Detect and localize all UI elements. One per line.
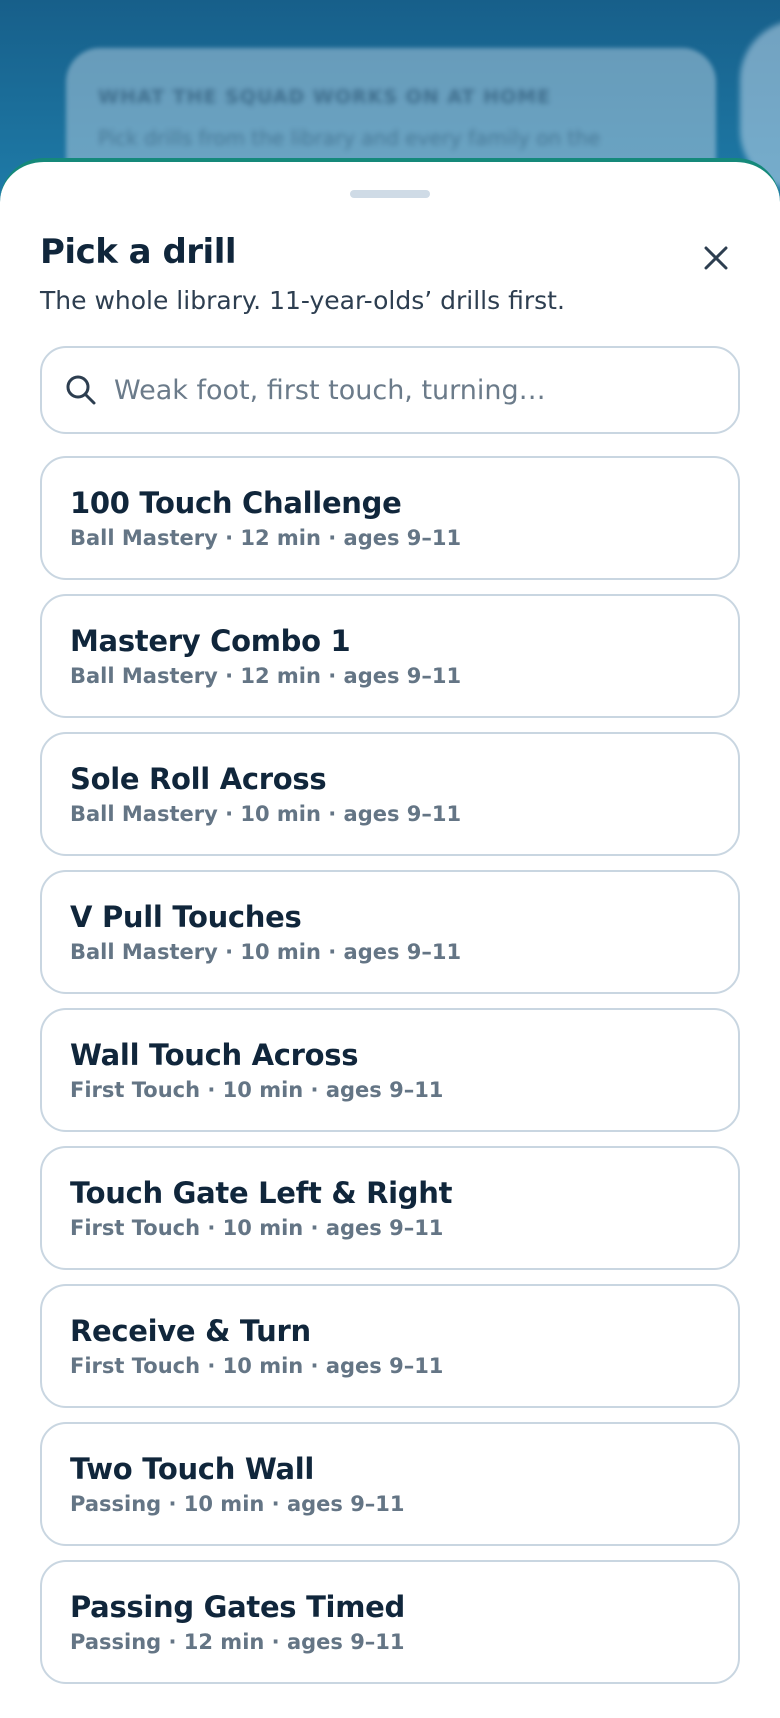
drill-list-item[interactable]: Sole Roll Across Ball Mastery · 10 min ·…: [40, 732, 740, 856]
drill-name: Sole Roll Across: [70, 762, 327, 796]
drill-list-item[interactable]: Touch Gate Left & Right First Touch · 10…: [40, 1146, 740, 1270]
search-input[interactable]: [112, 373, 716, 407]
drill-list-item[interactable]: V Pull Touches Ball Mastery · 10 min · a…: [40, 870, 740, 994]
drill-name: Passing Gates Timed: [70, 1590, 405, 1624]
drill-list-item[interactable]: Passing Gates Timed Passing · 12 min · a…: [40, 1560, 740, 1684]
drill-name: V Pull Touches: [70, 900, 302, 934]
drill-meta: Passing · 10 min · ages 9–11: [70, 1492, 405, 1516]
drill-meta: Passing · 12 min · ages 9–11: [70, 1630, 405, 1654]
drill-meta: Ball Mastery · 12 min · ages 9–11: [70, 664, 462, 688]
background-card-subline: Pick drills from the library and every f…: [98, 126, 601, 150]
search-field[interactable]: [40, 346, 740, 434]
sheet-grabber-handle[interactable]: [350, 190, 430, 198]
close-icon: [704, 246, 728, 270]
drill-meta: Ball Mastery · 10 min · ages 9–11: [70, 802, 462, 826]
drill-list-item[interactable]: Receive & Turn First Touch · 10 min · ag…: [40, 1284, 740, 1408]
drill-list-item[interactable]: Two Touch Wall Passing · 10 min · ages 9…: [40, 1422, 740, 1546]
drill-meta: Ball Mastery · 12 min · ages 9–11: [70, 526, 462, 550]
sheet-title: Pick a drill: [40, 232, 237, 272]
drill-name: Mastery Combo 1: [70, 624, 351, 658]
close-button[interactable]: [696, 238, 736, 278]
drill-name: Wall Touch Across: [70, 1038, 359, 1072]
drill-name: 100 Touch Challenge: [70, 486, 402, 520]
drill-picker-sheet: Pick a drill The whole library. 11-year-…: [0, 158, 780, 1718]
drill-meta: Ball Mastery · 10 min · ages 9–11: [70, 940, 462, 964]
drill-meta: First Touch · 10 min · ages 9–11: [70, 1216, 444, 1240]
drill-name: Two Touch Wall: [70, 1452, 315, 1486]
background-card-eyebrow: WHAT THE SQUAD WORKS ON AT HOME: [98, 86, 552, 108]
drill-meta: First Touch · 10 min · ages 9–11: [70, 1078, 444, 1102]
search-icon: [66, 375, 96, 405]
drill-list-item[interactable]: Mastery Combo 1 Ball Mastery · 12 min · …: [40, 594, 740, 718]
drill-list-item[interactable]: Wall Touch Across First Touch · 10 min ·…: [40, 1008, 740, 1132]
drill-name: Receive & Turn: [70, 1314, 311, 1348]
drill-list-item[interactable]: 100 Touch Challenge Ball Mastery · 12 mi…: [40, 456, 740, 580]
drill-name: Touch Gate Left & Right: [70, 1176, 453, 1210]
sheet-subtitle: The whole library. 11-year-olds’ drills …: [40, 286, 565, 315]
drill-list: 100 Touch Challenge Ball Mastery · 12 mi…: [40, 456, 740, 1684]
drill-meta: First Touch · 10 min · ages 9–11: [70, 1354, 444, 1378]
